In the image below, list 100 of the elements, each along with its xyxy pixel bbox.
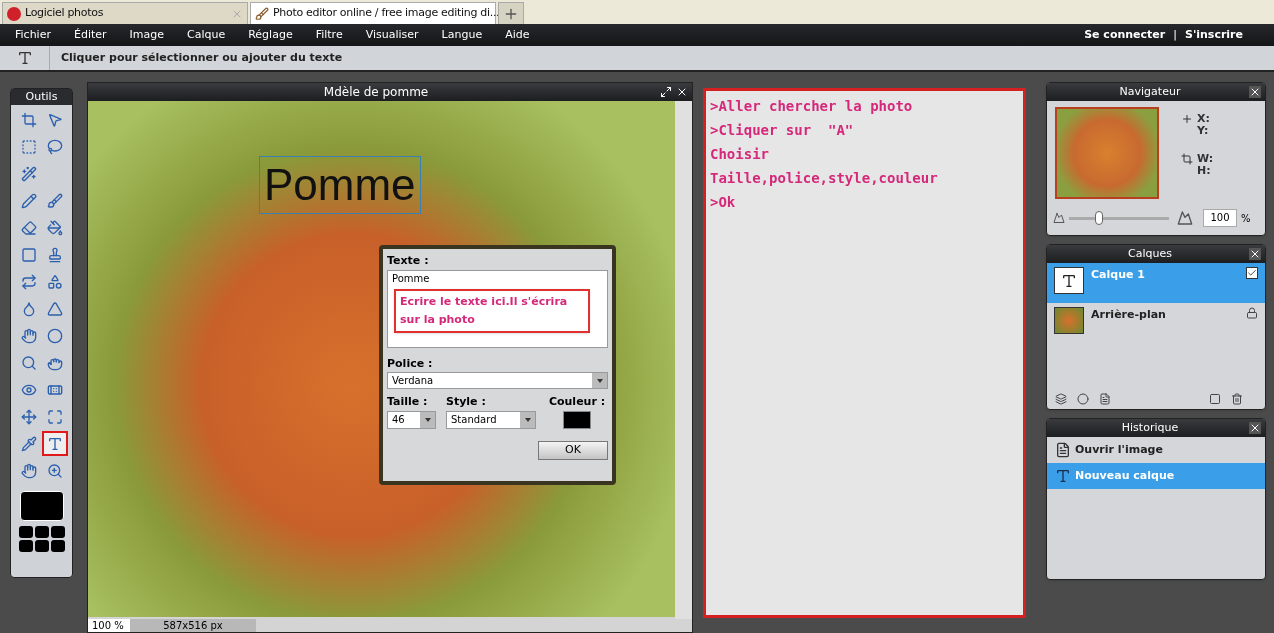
brush-icon bbox=[255, 6, 269, 21]
coord-label: Y: bbox=[1197, 125, 1210, 137]
menu-item[interactable]: Calque bbox=[187, 26, 226, 44]
shapes-icon bbox=[46, 273, 63, 290]
style-dropdown[interactable]: Standard bbox=[446, 410, 536, 429]
eyedropper-icon bbox=[20, 435, 37, 452]
text-tool-icon bbox=[16, 50, 33, 66]
coord-label: X: bbox=[1197, 113, 1210, 125]
paint-bucket-icon bbox=[46, 219, 63, 236]
marquee-icon bbox=[20, 138, 37, 155]
text-layer-icon bbox=[1061, 272, 1077, 289]
layer-name: Arrière-plan bbox=[1091, 307, 1167, 323]
zoom-slider[interactable] bbox=[1069, 211, 1169, 225]
layer-thumbnail bbox=[1054, 307, 1084, 334]
browser-tab[interactable]: Photo editor online / free image editing di... bbox=[250, 2, 496, 24]
magic-wand-icon bbox=[20, 165, 37, 182]
lock-icon[interactable] bbox=[1246, 307, 1258, 319]
tool-button[interactable] bbox=[43, 433, 66, 454]
menu-item[interactable]: Visualiser bbox=[365, 26, 419, 44]
slider-thumb[interactable] bbox=[1095, 211, 1103, 225]
caret-icon bbox=[592, 373, 607, 388]
history-label: Nouveau calque bbox=[1075, 467, 1175, 484]
color-swatch[interactable] bbox=[563, 410, 591, 429]
history-label: Ouvrir l'image bbox=[1075, 441, 1163, 458]
field-label: Taille : bbox=[387, 394, 429, 410]
brush-preset[interactable] bbox=[34, 540, 49, 552]
visibility-checkbox[interactable] bbox=[1246, 267, 1258, 279]
document-icon bbox=[1055, 442, 1071, 458]
field-label: Texte : bbox=[387, 253, 430, 269]
percent-sign: % bbox=[1241, 211, 1251, 226]
layer-row[interactable]: Arrière-plan bbox=[1047, 303, 1265, 343]
text-input-field[interactable]: Pomme Ecrire le texte ici.Il s'écrira sur la photo bbox=[387, 269, 608, 348]
lasso-icon bbox=[46, 138, 63, 155]
hint-text: Cliquer pour sélectionner ou ajouter du texte bbox=[60, 49, 343, 66]
zoom-icon bbox=[46, 462, 63, 479]
close-icon[interactable] bbox=[1249, 422, 1261, 434]
menu-item[interactable]: Aide bbox=[505, 26, 530, 44]
brush-preset[interactable] bbox=[18, 540, 33, 552]
tab-title: Logiciel photos bbox=[25, 5, 105, 22]
crop-icon bbox=[1181, 153, 1193, 165]
browser-tab[interactable]: Logiciel photos bbox=[2, 2, 248, 24]
eraser-icon bbox=[20, 219, 37, 236]
zoom-field[interactable]: 100 bbox=[1203, 209, 1237, 227]
panel-title: Navigateur bbox=[1118, 83, 1182, 100]
brush-preset[interactable] bbox=[50, 526, 65, 538]
brush-preset[interactable] bbox=[50, 540, 65, 552]
caret-icon bbox=[420, 411, 435, 428]
text-tool-icon bbox=[46, 435, 63, 452]
close-icon[interactable] bbox=[1249, 86, 1261, 98]
menu-item[interactable]: Éditer bbox=[73, 26, 107, 44]
trash-icon[interactable] bbox=[1231, 393, 1243, 405]
text-icon bbox=[1055, 468, 1071, 484]
brush-icon bbox=[46, 192, 63, 209]
zoom-level: 100 % bbox=[88, 619, 130, 632]
scrollbar-track[interactable] bbox=[675, 101, 692, 619]
font-dropdown[interactable]: Verdana bbox=[387, 372, 608, 389]
caret-icon bbox=[520, 411, 535, 428]
login-link[interactable]: Se connecter bbox=[1084, 26, 1166, 44]
menu-item[interactable]: Fichier bbox=[15, 26, 51, 44]
menu-item[interactable]: Image bbox=[129, 26, 164, 44]
signup-link[interactable]: S'inscrire bbox=[1184, 26, 1243, 44]
field-label: Couleur : bbox=[548, 394, 606, 410]
logo-icon bbox=[7, 6, 21, 21]
size-dropdown[interactable]: 46 bbox=[387, 410, 436, 429]
field-label: Police : bbox=[387, 355, 434, 372]
separator: | bbox=[1173, 26, 1177, 43]
field-label: Style : bbox=[446, 394, 487, 410]
ok-button[interactable]: OK bbox=[538, 440, 608, 460]
image-size: 587x516 px bbox=[130, 619, 256, 632]
size-label: W: bbox=[1197, 153, 1214, 165]
layer-name: Calque 1 bbox=[1091, 267, 1146, 283]
maximize-icon[interactable] bbox=[660, 86, 672, 98]
instruction-line: >Cliquer sur "A" bbox=[710, 121, 855, 140]
brush-preset[interactable] bbox=[18, 526, 33, 538]
instruction-line: >Ok bbox=[710, 193, 737, 212]
new-tab-button[interactable] bbox=[498, 2, 524, 24]
close-icon[interactable] bbox=[1249, 248, 1261, 260]
history-item[interactable]: Ouvrir l'image bbox=[1047, 437, 1265, 463]
field-value: Pomme bbox=[392, 272, 430, 284]
canvas-text: Pomme bbox=[259, 156, 421, 214]
pencil-icon bbox=[20, 192, 37, 209]
crosshair-icon bbox=[1181, 113, 1193, 125]
instruction-line: >Aller chercher la photo bbox=[710, 97, 914, 116]
crop-icon bbox=[20, 111, 37, 128]
instruction-line: Choisir bbox=[710, 145, 770, 164]
annotation-note: Ecrire le texte ici.Il s'écrira sur la photo bbox=[394, 288, 590, 333]
menu-item[interactable]: Réglage bbox=[248, 26, 293, 44]
panel-title: Historique bbox=[1120, 419, 1180, 436]
panel-title: Outils bbox=[11, 89, 72, 105]
close-icon[interactable] bbox=[676, 86, 688, 98]
panel-title: Calques bbox=[1127, 245, 1173, 262]
menu-item[interactable]: Langue bbox=[441, 26, 483, 44]
stamp-icon bbox=[46, 246, 63, 263]
instruction-line: Taille,police,style,couleur bbox=[710, 169, 939, 188]
menu-item[interactable]: Filtre bbox=[315, 26, 343, 44]
brush-preset[interactable] bbox=[34, 526, 49, 538]
window-title: Mdèle de pomme bbox=[322, 84, 430, 101]
hand-icon bbox=[20, 462, 37, 479]
move-arrow-icon bbox=[46, 111, 63, 128]
size-label: H: bbox=[1197, 165, 1212, 177]
